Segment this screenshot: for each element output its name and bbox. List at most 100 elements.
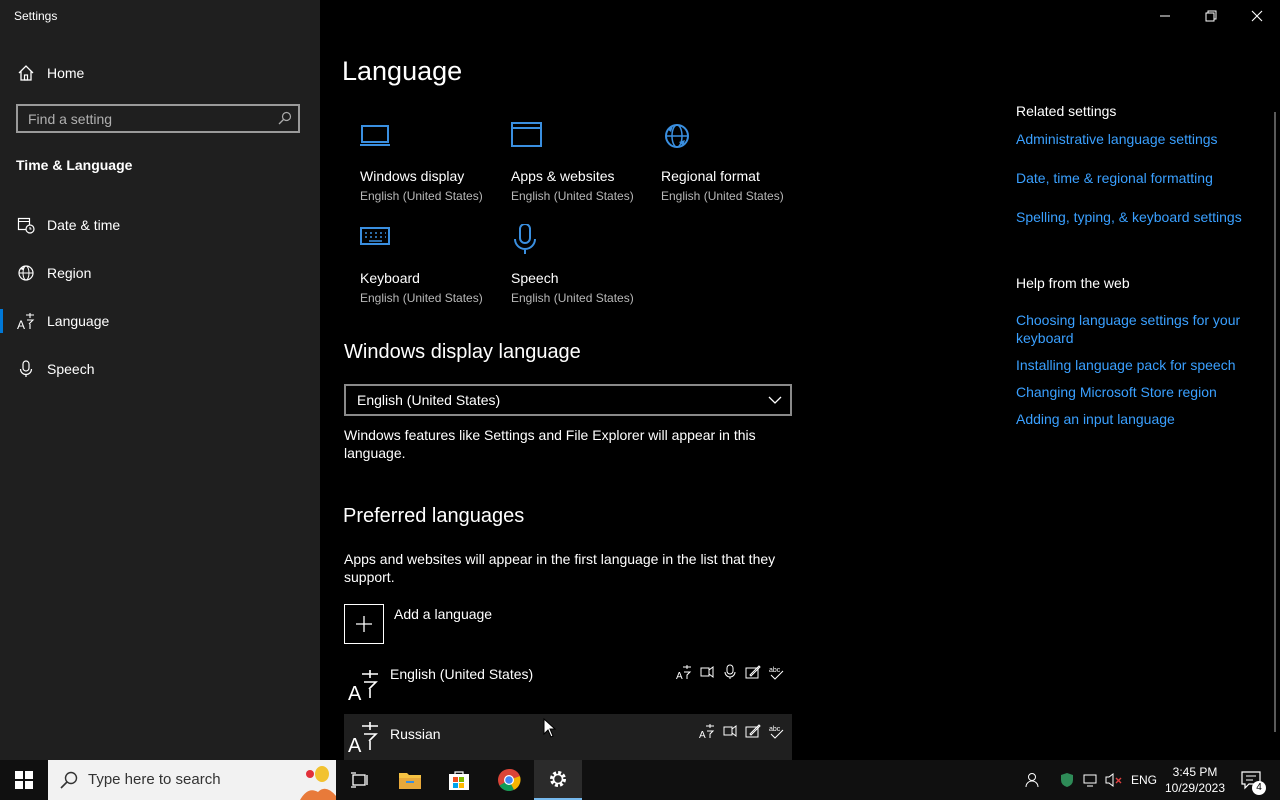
tile-title: Regional format: [661, 168, 760, 184]
display-language-heading: Windows display language: [344, 341, 581, 363]
svg-text:abc: abc: [769, 726, 781, 733]
tile-title: Speech: [511, 270, 559, 286]
globe-icon: [18, 265, 34, 281]
link-spelling-typing-keyboard-settings[interactable]: Spelling, typing, & keyboard settings: [1016, 208, 1256, 226]
display-language-description: Windows features like Settings and File …: [344, 427, 756, 461]
tile-speech[interactable]: Speech English (United States): [511, 224, 651, 314]
plus-box: [344, 604, 384, 644]
search-placeholder: Find a setting: [28, 111, 113, 127]
language-features: A abc: [699, 723, 784, 741]
language-name: English (United States): [390, 666, 534, 682]
sidebar-item-label: Region: [47, 265, 92, 281]
network-button[interactable]: [1082, 760, 1100, 800]
handwriting-feature-icon: [745, 723, 761, 739]
taskbar-search-placeholder: Type here to search: [88, 771, 221, 788]
sidebar-item-label: Language: [47, 313, 110, 329]
tile-subtitle: English (United States): [661, 189, 784, 203]
sidebar: Settings Home Find a setting Time & Lang…: [0, 0, 320, 760]
nav-home[interactable]: Home: [0, 51, 320, 95]
windows-logo-icon: [15, 771, 33, 789]
taskbar-clock[interactable]: 3:45 PM 10/29/2023: [1164, 764, 1226, 796]
shield-icon: [1061, 773, 1073, 787]
settings-taskbar-button[interactable]: [534, 760, 582, 800]
search-icon[interactable]: [278, 111, 292, 125]
link-changing-store-region[interactable]: Changing Microsoft Store region: [1016, 383, 1256, 401]
taskbar-search-box[interactable]: Type here to search: [48, 760, 336, 800]
input-language-indicator[interactable]: ENG: [1128, 760, 1160, 800]
nav-home-label: Home: [47, 65, 85, 81]
chrome-button[interactable]: [485, 760, 533, 800]
task-view-icon: [351, 772, 368, 788]
language-features: A abc: [676, 664, 784, 682]
chevron-down-icon: [768, 396, 782, 404]
handwriting-feature-icon: [745, 664, 761, 680]
microphone-icon: [514, 224, 536, 254]
text-to-speech-feature-icon: [699, 664, 715, 680]
tile-title: Windows display: [360, 168, 465, 184]
preferred-languages-heading: Preferred languages: [343, 505, 525, 527]
search-icon: [60, 771, 78, 789]
link-adding-input-language[interactable]: Adding an input language: [1016, 410, 1256, 428]
file-explorer-button[interactable]: [386, 760, 434, 800]
sidebar-item-speech[interactable]: Speech: [0, 347, 320, 391]
security-button[interactable]: [1058, 760, 1076, 800]
network-icon: [1083, 774, 1097, 787]
svg-text:A: A: [348, 683, 362, 702]
tile-keyboard[interactable]: Keyboard English (United States): [360, 224, 500, 314]
store-icon: [449, 771, 469, 790]
language-row-english[interactable]: A English (United States) A abc: [344, 662, 792, 708]
tile-windows-display[interactable]: Windows display English (United States): [360, 122, 500, 212]
app-window-icon: [511, 122, 542, 147]
link-administrative-language-settings[interactable]: Administrative language settings: [1016, 130, 1256, 148]
link-date-time-regional-formatting[interactable]: Date, time & regional formatting: [1016, 169, 1256, 187]
section-title: Time & Language: [16, 157, 133, 173]
svg-text:A: A: [348, 735, 362, 754]
language-row-russian[interactable]: A Russian A abc: [344, 714, 792, 760]
folder-icon: [399, 773, 421, 789]
sidebar-item-language[interactable]: A Language: [0, 299, 320, 343]
globe-icon: [665, 124, 689, 148]
restore-icon: [1205, 10, 1217, 22]
scrollbar[interactable]: [1274, 112, 1276, 732]
tile-subtitle: English (United States): [360, 291, 483, 305]
action-center-button[interactable]: 4: [1232, 760, 1272, 800]
language-name: Russian: [390, 726, 441, 742]
start-button[interactable]: [0, 760, 48, 800]
mouse-cursor-icon: [543, 718, 557, 738]
minimize-button[interactable]: [1142, 0, 1188, 32]
add-language-button[interactable]: Add a language: [344, 604, 604, 644]
window-title: Settings: [14, 9, 58, 23]
people-button[interactable]: [1020, 760, 1044, 800]
home-icon: [18, 65, 34, 81]
tile-subtitle: English (United States): [511, 291, 634, 305]
gear-icon: [550, 771, 566, 787]
speech-recognition-feature-icon: [722, 664, 738, 680]
sidebar-item-region[interactable]: Region: [0, 251, 320, 295]
tile-subtitle: English (United States): [511, 189, 634, 203]
tile-subtitle: English (United States): [360, 189, 483, 203]
language-icon: A: [17, 313, 35, 330]
tile-regional-format[interactable]: Regional format English (United States): [661, 122, 801, 212]
sidebar-item-date-time[interactable]: Date & time: [0, 203, 320, 247]
link-installing-language-pack[interactable]: Installing language pack for speech: [1016, 356, 1256, 374]
display-language-dropdown[interactable]: English (United States): [344, 384, 792, 416]
clock-time: 3:45 PM: [1172, 765, 1218, 779]
volume-muted-icon: [1105, 773, 1122, 787]
close-button[interactable]: [1234, 0, 1280, 32]
language-icon: A: [348, 722, 378, 754]
close-icon: [1251, 10, 1263, 22]
tile-title: Keyboard: [360, 270, 420, 286]
tile-apps-websites[interactable]: Apps & websites English (United States): [511, 122, 651, 212]
preferred-languages-description: Apps and websites will appear in the fir…: [344, 551, 776, 585]
search-input[interactable]: Find a setting: [16, 104, 300, 133]
volume-button[interactable]: [1104, 760, 1124, 800]
restore-button[interactable]: [1188, 0, 1234, 32]
search-highlight-balloons-icon: [300, 766, 336, 800]
taskbar: Type here to search ENG 3:45 PM 10/29/20…: [0, 760, 1280, 800]
svg-text:A: A: [17, 318, 25, 330]
link-choosing-language-settings[interactable]: Choosing language settings for your keyb…: [1016, 311, 1252, 347]
add-language-label: Add a language: [394, 606, 493, 622]
microphone-icon: [19, 360, 33, 377]
task-view-button[interactable]: [336, 760, 384, 800]
microsoft-store-button[interactable]: [435, 760, 483, 800]
